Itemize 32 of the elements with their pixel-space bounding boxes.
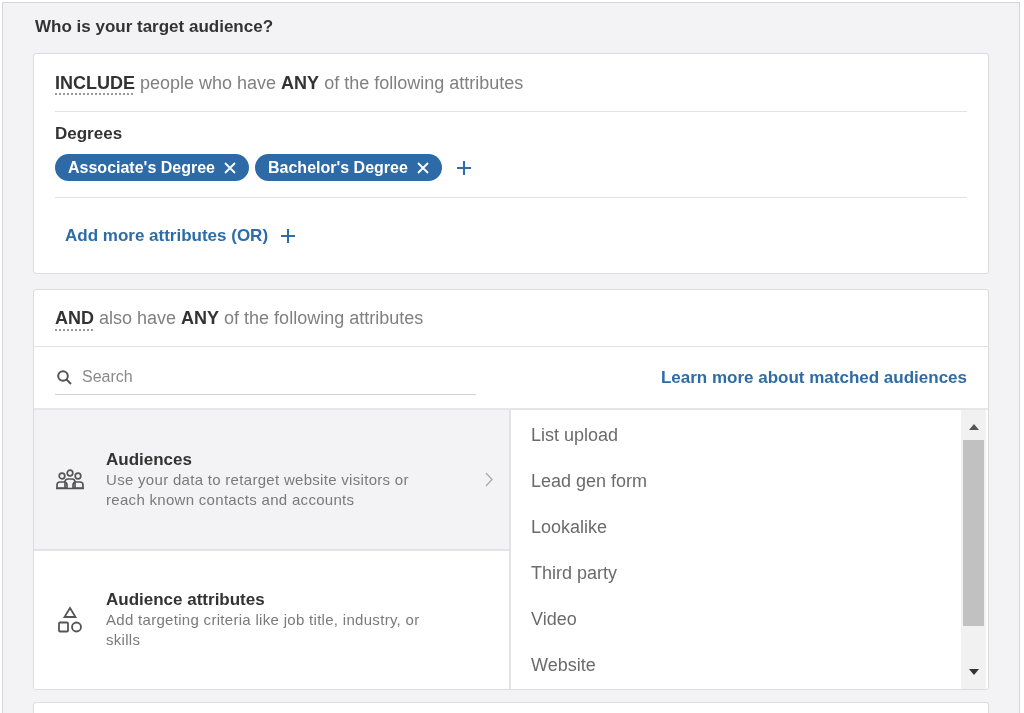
chevron-right-icon xyxy=(485,471,493,487)
close-icon[interactable] xyxy=(416,161,429,174)
add-attributes-button[interactable]: Add more attributes (OR) xyxy=(65,224,297,247)
people-group-icon xyxy=(55,468,85,491)
audience-option[interactable]: Lookalike xyxy=(531,504,608,550)
close-icon[interactable] xyxy=(224,161,236,174)
scrollbar-thumb[interactable] xyxy=(963,440,984,626)
include-rule-text: INCLUDE people who have ANY of the following attributes xyxy=(55,71,524,95)
category-description: Add targeting criteria like job title, industry, or skills xyxy=(106,610,421,651)
scroll-down-icon[interactable] xyxy=(968,669,979,675)
category-title: Audiences xyxy=(106,448,192,470)
search-field[interactable]: Search xyxy=(82,364,476,390)
audience-option[interactable]: Lead gen form xyxy=(531,458,648,504)
audience-option[interactable]: Website xyxy=(531,642,596,688)
shapes-icon xyxy=(57,605,83,634)
scrollbar[interactable] xyxy=(961,410,986,689)
category-description: Use your data to retarget website visitors or reach known contacts and accounts xyxy=(106,469,410,510)
audience-option[interactable]: Video xyxy=(531,596,577,642)
plus-icon[interactable] xyxy=(280,227,297,244)
degree-label: Bachelor's Degree xyxy=(268,157,408,178)
audience-option[interactable]: Third party xyxy=(531,550,618,596)
scroll-up-icon[interactable] xyxy=(968,424,979,430)
degree-label: Associate's Degree xyxy=(68,157,215,178)
section-title: Who is your target audience? xyxy=(35,17,274,37)
plus-icon[interactable] xyxy=(455,159,472,176)
and-rule-text: AND also have ANY of the following attributes xyxy=(55,307,424,330)
category-title: Audience attributes xyxy=(106,589,265,611)
category-item[interactable]: Audiences Use your data to retarget website visitors or reach known contacts and accounts xyxy=(34,410,509,551)
search-icon xyxy=(57,369,72,385)
matched-audiences-link[interactable]: Learn more about matched audiences xyxy=(660,366,967,389)
audience-option[interactable]: List upload xyxy=(531,412,619,458)
group-label: Degrees xyxy=(55,124,123,144)
